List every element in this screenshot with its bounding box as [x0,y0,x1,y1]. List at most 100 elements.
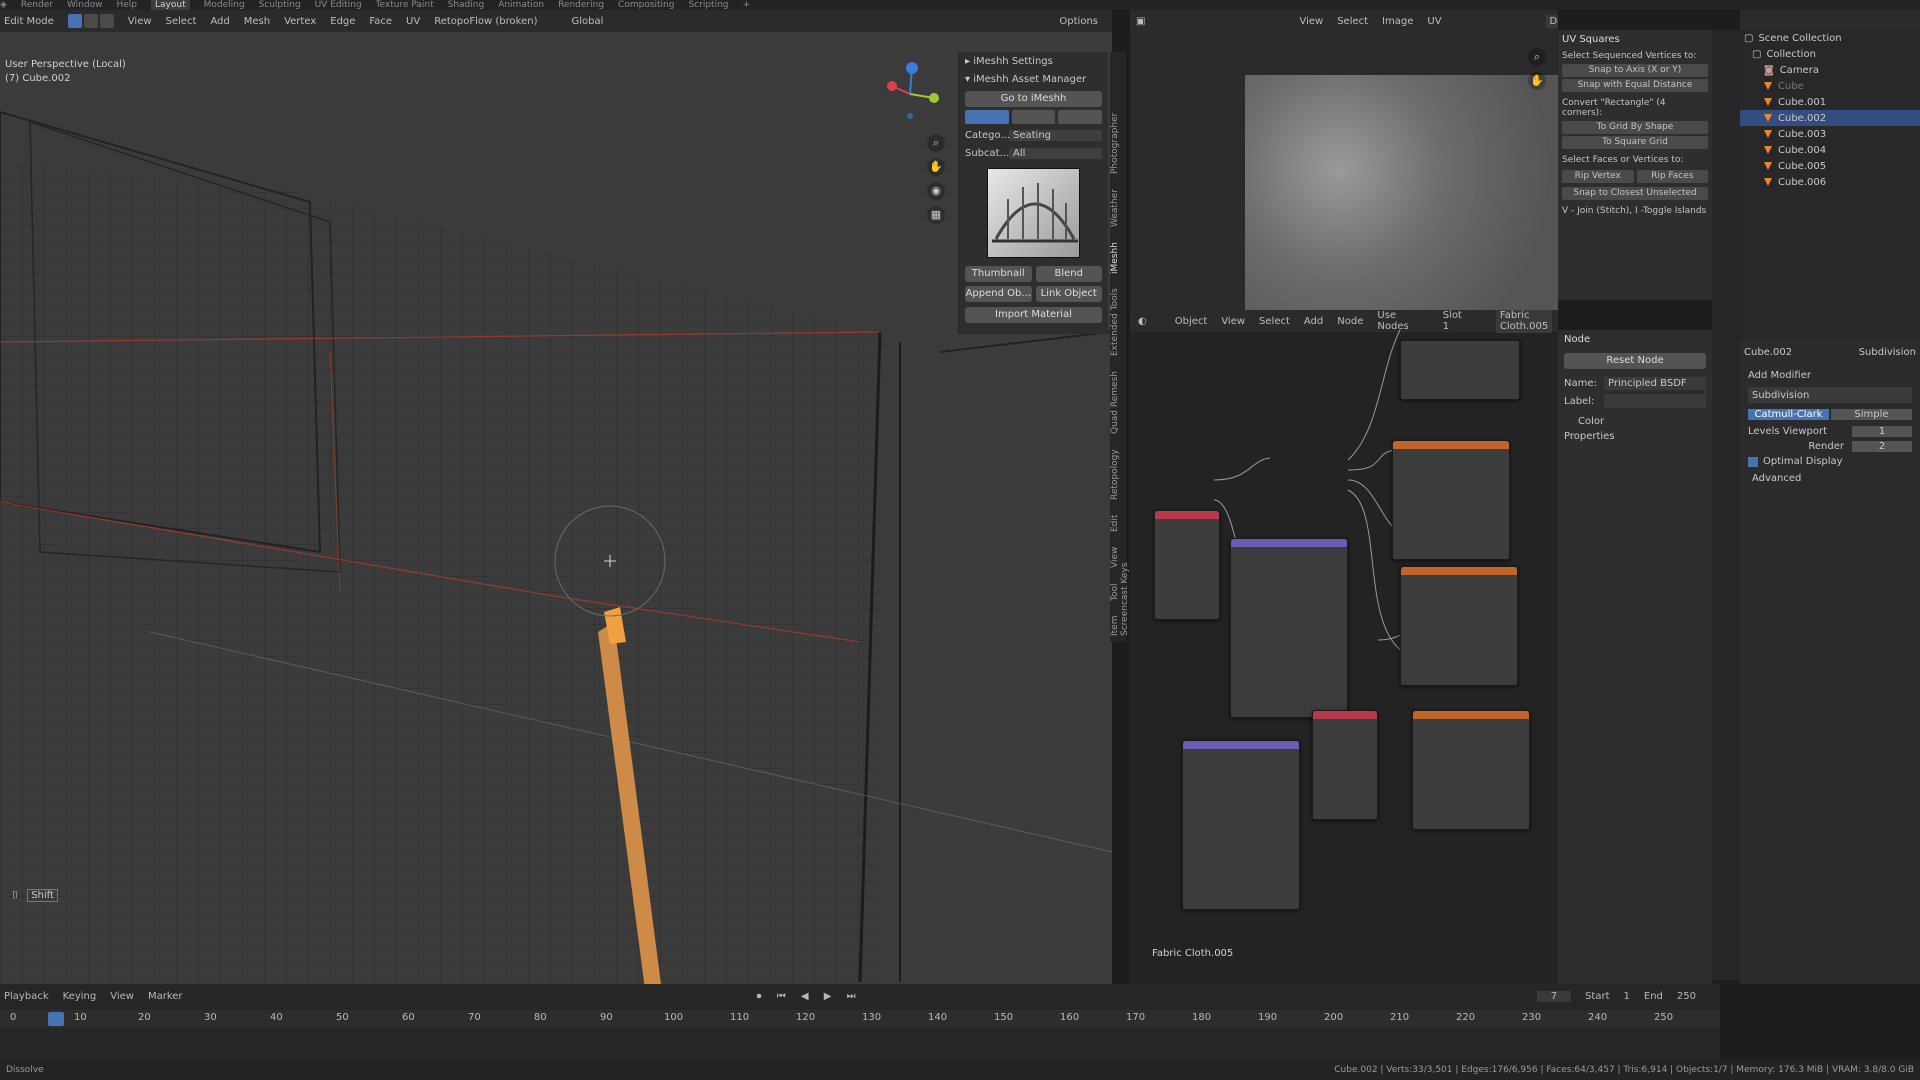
end-frame-field[interactable]: 250 [1677,991,1696,1002]
texture-coordinate-node[interactable] [1154,510,1220,620]
tab-photographer[interactable]: Photographer [1110,107,1120,180]
to-square-grid-button[interactable]: To Square Grid [1562,136,1708,149]
tab-uv-editing[interactable]: UV Editing [315,0,362,10]
start-frame-field[interactable]: 1 [1624,991,1630,1002]
timeline-view-menu[interactable]: View [110,991,134,1002]
transform-orientation[interactable]: Global [571,16,603,27]
properties-editor[interactable]: Cube.002 Subdivision Add Modifier Subdiv… [1740,340,1920,984]
link-object-button[interactable]: Link Object [1035,286,1102,302]
reset-node-button[interactable]: Reset Node [1564,353,1706,369]
menu-face[interactable]: Face [369,16,392,27]
catmull-clark-button[interactable]: Catmull-Clark [1748,409,1829,420]
marker-menu[interactable]: Marker [148,991,183,1002]
image-texture-node-3[interactable] [1412,710,1530,830]
models-tab-icon[interactable] [965,110,1009,124]
rip-vertex-button[interactable]: Rip Vertex [1562,170,1634,183]
tab-layout[interactable]: Layout [151,0,190,10]
tab-weather[interactable]: Weather [1110,183,1120,233]
keying-menu[interactable]: Keying [63,991,97,1002]
mapping-node[interactable] [1230,538,1348,718]
3d-viewport[interactable]: Edit Mode View Select Add Mesh Vertex Ed… [0,10,1112,984]
timeline-ruler[interactable]: 0 10 20 30 40 50 60 70 80 90 100 110 120… [0,1010,1720,1028]
uv-editor[interactable]: ▣ View Select Image UV DefaultFabricMask… [1130,10,1558,310]
uv-menu-image[interactable]: Image [1382,16,1413,27]
tab-texture-paint[interactable]: Texture Paint [376,0,434,10]
image-texture-node-2[interactable] [1400,566,1518,686]
menu-help[interactable]: Help [116,0,137,10]
go-to-imeshh-button[interactable]: Go to iMeshh [965,91,1102,107]
playhead[interactable] [48,1012,64,1026]
category-dropdown[interactable]: Seating [1009,129,1102,141]
snap-closest-unselected-button[interactable]: Snap to Closest Unselected [1562,187,1708,200]
outliner-item-cube-006[interactable]: Cube.006 [1740,174,1920,190]
zoom-icon[interactable]: ⌕ [927,134,945,152]
to-grid-by-shape-button[interactable]: To Grid By Shape [1562,121,1708,134]
uv-menu-view[interactable]: View [1299,16,1323,27]
node-name-field[interactable]: Principled BSDF [1604,377,1706,390]
playback-menu[interactable]: Playback [4,991,49,1002]
perspective-grid-icon[interactable]: ▦ [927,206,945,224]
tab-retopology[interactable]: Retopology [1110,443,1120,506]
uv-menu-select[interactable]: Select [1337,16,1368,27]
tab-view[interactable]: View [1110,541,1120,574]
tab-extended-tools[interactable]: Extended Tools [1110,283,1120,363]
import-material-button[interactable]: Import Material [965,307,1102,323]
color-subpanel[interactable]: Color [1578,416,1706,427]
simple-button[interactable]: Simple [1831,409,1912,420]
mapping-node-2[interactable] [1182,740,1300,910]
tab-item[interactable]: Item [1110,610,1120,643]
vertex-select-icon[interactable] [67,14,82,28]
append-object-button[interactable]: Append Ob... [965,286,1032,302]
menu-render[interactable]: Render [21,0,53,10]
outliner-item-cube-005[interactable]: Cube.005 [1740,158,1920,174]
timeline[interactable]: Playback Keying View Marker ⏺ ⏮ ◀ ▶ ⏭ 7 … [0,984,1720,1060]
imeshh-settings-header[interactable]: ▸ iMeshh Settings [959,52,1108,70]
advanced-subpanel[interactable]: Advanced [1752,473,1908,484]
hdri-tab-icon[interactable] [1058,110,1103,124]
tab-quad-remesh[interactable]: Quad Remesh [1110,365,1120,440]
mode-selector[interactable]: Edit Mode [4,16,54,27]
tab-screencast-keys[interactable]: Screencast Keys [1120,557,1130,643]
menu-add[interactable]: Add [210,16,229,27]
thumbnail-button[interactable]: Thumbnail [965,266,1032,282]
menu-edge[interactable]: Edge [330,16,355,27]
tab-scripting[interactable]: Scripting [688,0,728,10]
edge-select-icon[interactable] [83,14,98,28]
outliner[interactable]: ▢ Scene Collection ▢ Collection ◙ Camera Cu… [1740,10,1920,340]
uv-pan-icon[interactable]: ✋ [1528,72,1546,90]
render-levels-field[interactable]: 2 [1852,441,1912,452]
snap-to-axis-button[interactable]: Snap to Axis (X or Y) [1562,64,1708,77]
current-frame-field[interactable]: 7 [1536,990,1572,1002]
tab-rendering[interactable]: Rendering [558,0,604,10]
editor-type-icon[interactable]: ▣ [1136,16,1145,27]
image-texture-node-top[interactable] [1400,340,1520,400]
menu-window[interactable]: Window [67,0,103,10]
retopoflow-menu[interactable]: RetopoFlow (broken) [434,16,537,27]
modifier-name-field[interactable]: Subdivision [1752,390,1809,401]
outliner-item-cube-003[interactable]: Cube.003 [1740,126,1920,142]
texture-coordinate-node-2[interactable] [1312,710,1378,820]
outliner-item-cube[interactable]: Cube [1740,78,1920,94]
materials-tab-icon[interactable] [1011,110,1056,124]
menu-uv[interactable]: UV [406,16,420,27]
tab-sculpting[interactable]: Sculpting [259,0,301,10]
scene-collection-item[interactable]: ▢ Scene Collection [1740,30,1920,46]
menu-mesh[interactable]: Mesh [244,16,270,27]
image-texture-node-1[interactable] [1392,440,1510,560]
asset-manager-header[interactable]: ▾ iMeshh Asset Manager [959,70,1108,88]
tab-modeling[interactable]: Modeling [204,0,245,10]
node-label-field[interactable] [1604,394,1706,408]
collection-item[interactable]: ▢ Collection [1740,46,1920,62]
asset-thumbnail[interactable] [987,168,1080,258]
tab-tool[interactable]: Tool [1110,577,1120,606]
menu-view[interactable]: View [128,16,152,27]
outliner-item-cube-002[interactable]: Cube.002 [1740,110,1920,126]
properties-subpanel[interactable]: Properties [1564,431,1706,442]
subcategory-dropdown[interactable]: All [1009,147,1102,159]
options-menu[interactable]: Options [1059,16,1098,27]
menu-vertex[interactable]: Vertex [284,16,316,27]
outliner-item-cube-004[interactable]: Cube.004 [1740,142,1920,158]
rip-faces-button[interactable]: Rip Faces [1636,170,1708,183]
snap-equal-distance-button[interactable]: Snap with Equal Distance [1562,79,1708,92]
playback-controls[interactable]: ⏺ ⏮ ◀ ▶ ⏭ [757,991,862,1002]
